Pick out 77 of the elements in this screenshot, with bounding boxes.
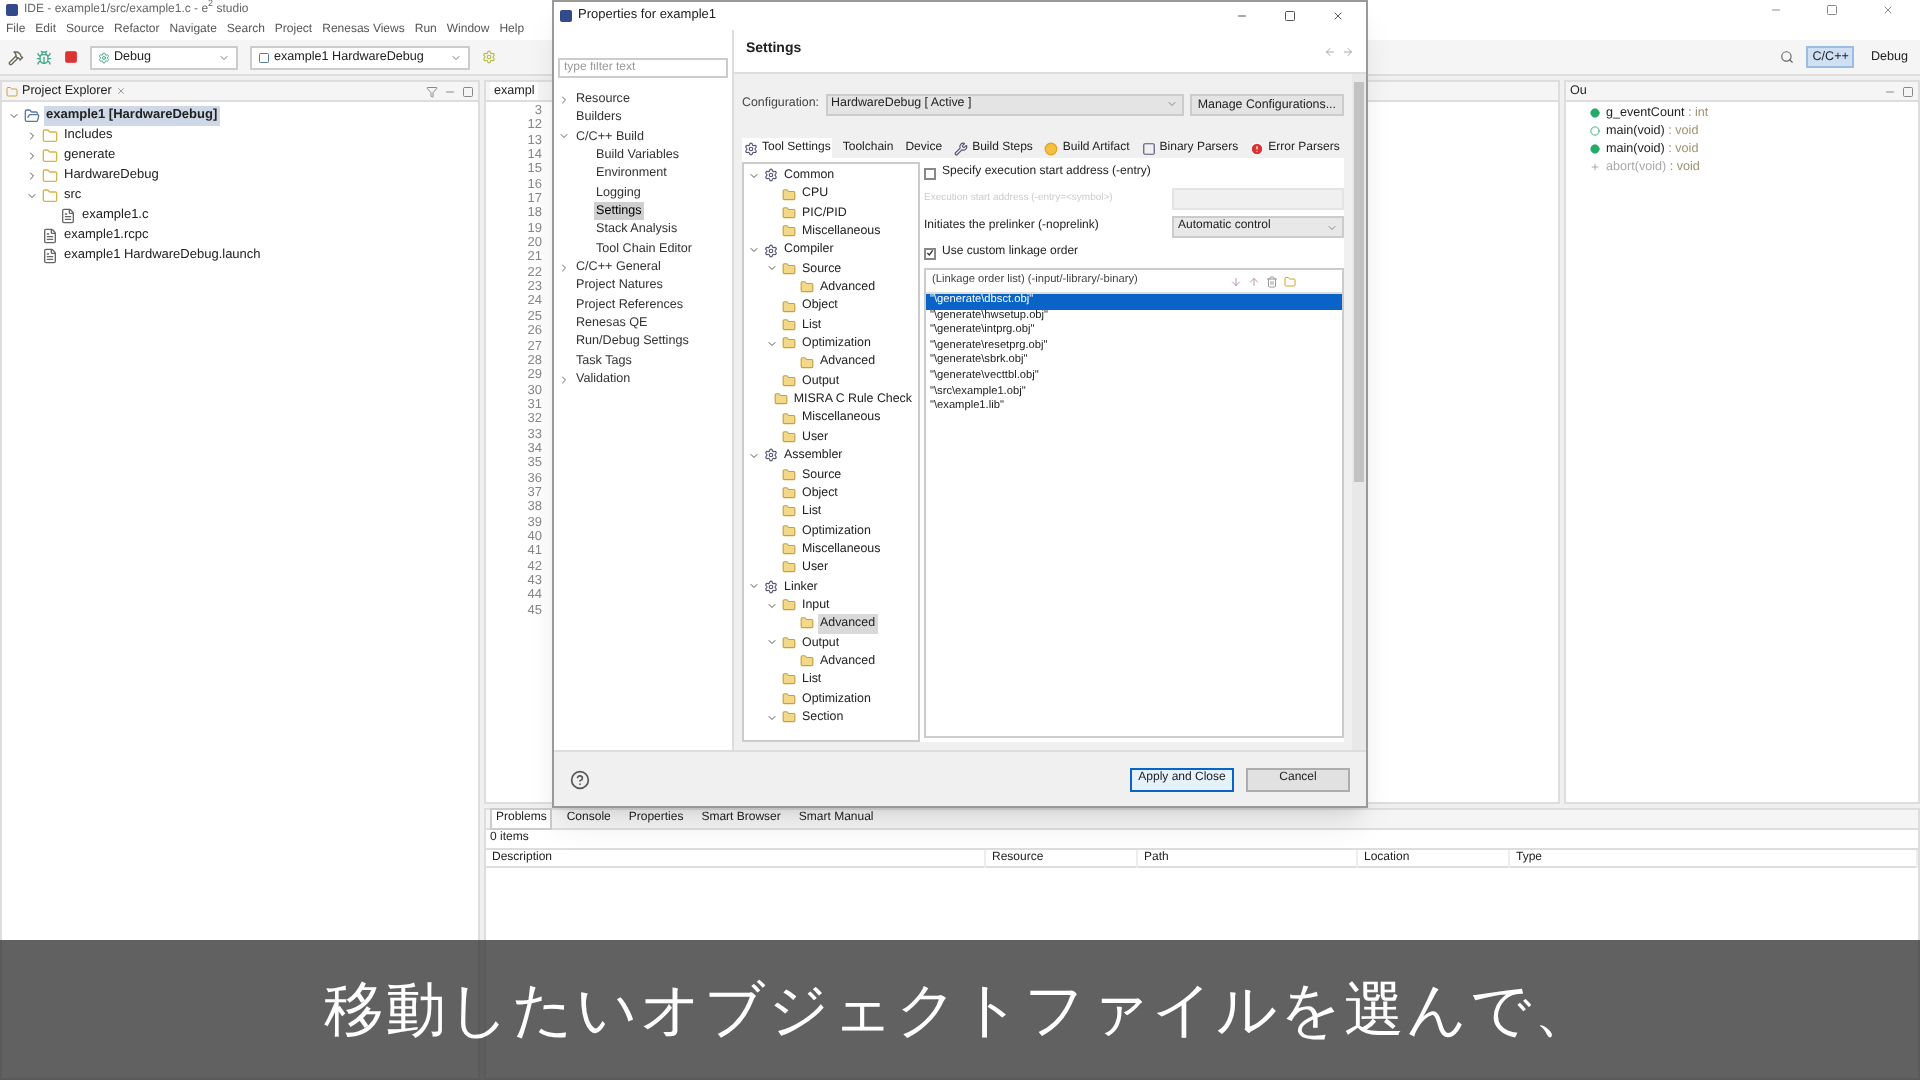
folder-icon	[773, 392, 788, 407]
folder-icon	[782, 336, 796, 351]
move-up-icon[interactable]	[1248, 275, 1260, 287]
stop-icon[interactable]	[64, 50, 78, 64]
folder-icon	[42, 148, 58, 164]
gear-icon	[98, 51, 110, 63]
folder-icon	[782, 691, 796, 706]
file-icon	[42, 248, 58, 264]
folder-icon	[42, 128, 58, 144]
gear-icon	[764, 579, 778, 594]
maximize-icon[interactable]	[1902, 85, 1914, 97]
close-icon[interactable]	[1332, 10, 1344, 22]
folder-icon	[800, 280, 814, 295]
folder-icon	[782, 598, 796, 613]
folder-icon	[782, 635, 796, 650]
project-icon	[24, 108, 40, 124]
minimize-icon[interactable]	[1770, 4, 1782, 16]
folder-icon	[782, 710, 796, 725]
file-icon	[42, 228, 58, 244]
declaration-icon	[1590, 126, 1600, 136]
folder-icon	[782, 187, 796, 202]
folder-icon	[782, 560, 796, 575]
folder-icon	[800, 355, 814, 370]
app-icon	[560, 10, 572, 22]
maximize-icon[interactable]	[462, 85, 474, 97]
restore-icon[interactable]	[1826, 4, 1838, 16]
close-icon[interactable]	[1882, 4, 1894, 16]
folder-icon	[782, 429, 796, 444]
gear-icon	[764, 448, 778, 463]
filter-icon[interactable]	[426, 85, 438, 97]
folder-icon	[782, 411, 796, 426]
folder-icon	[782, 672, 796, 687]
back-icon[interactable]	[1324, 45, 1336, 57]
gear-icon	[764, 168, 778, 183]
explorer-icon	[6, 85, 18, 97]
folder-icon	[800, 654, 814, 669]
folder-icon	[782, 205, 796, 220]
folder-icon	[782, 317, 796, 332]
gear-icon	[744, 141, 758, 155]
folder-icon	[42, 168, 58, 184]
external-icon	[1590, 162, 1600, 172]
folder-icon	[782, 299, 796, 314]
hammer-icon[interactable]	[8, 49, 24, 65]
folder-icon	[782, 224, 796, 239]
folder-icon[interactable]	[1284, 275, 1296, 287]
folder-icon	[782, 261, 796, 276]
move-down-icon[interactable]	[1230, 275, 1242, 287]
minimize-icon[interactable]	[1884, 85, 1896, 97]
bulb-icon	[1044, 141, 1059, 155]
help-icon[interactable]	[570, 769, 590, 789]
subtitle-text: 移動したいオブジェクトファイルを選んで、	[324, 975, 1596, 1047]
folder-icon	[782, 373, 796, 388]
maximize-icon[interactable]	[1284, 10, 1296, 22]
folder-icon	[782, 504, 796, 519]
folder-icon	[782, 467, 796, 482]
gear-icon	[764, 243, 778, 258]
delete-icon[interactable]	[1266, 275, 1278, 287]
input-field[interactable]	[1172, 188, 1344, 210]
folder-icon	[782, 523, 796, 538]
folder-icon	[42, 188, 58, 204]
folder-icon	[782, 542, 796, 557]
wrench-icon	[954, 141, 969, 155]
app-icon	[6, 4, 18, 16]
scrollbar[interactable]	[1352, 74, 1366, 750]
bug-icon[interactable]	[36, 49, 52, 65]
checkbox[interactable]	[924, 247, 936, 259]
variable-icon	[1590, 108, 1600, 118]
gear-icon[interactable]	[482, 50, 496, 64]
file-icon	[60, 208, 76, 224]
search-icon[interactable]	[1780, 50, 1795, 64]
checkbox[interactable]	[924, 167, 936, 179]
minimize-icon[interactable]	[1236, 10, 1248, 22]
minimize-icon[interactable]	[444, 85, 456, 97]
folder-icon	[782, 486, 796, 501]
forward-icon[interactable]	[1342, 45, 1354, 57]
folder-icon	[800, 616, 814, 631]
function-icon	[1590, 144, 1600, 154]
